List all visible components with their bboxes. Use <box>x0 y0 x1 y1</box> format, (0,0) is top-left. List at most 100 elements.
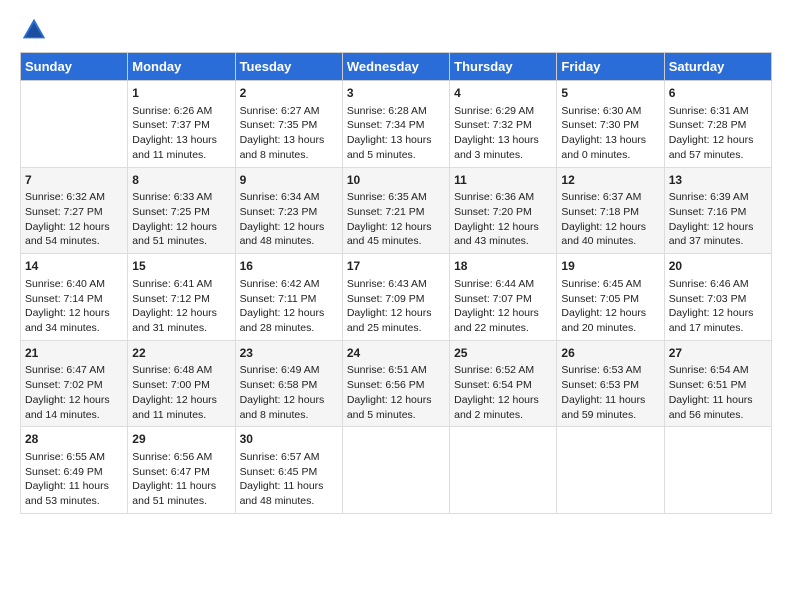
column-header-wednesday: Wednesday <box>342 53 449 81</box>
column-header-tuesday: Tuesday <box>235 53 342 81</box>
calendar-cell: 13Sunrise: 6:39 AM Sunset: 7:16 PM Dayli… <box>664 167 771 254</box>
page-header <box>20 16 772 44</box>
day-number: 24 <box>347 345 445 362</box>
day-number: 26 <box>561 345 659 362</box>
day-info: Sunrise: 6:35 AM Sunset: 7:21 PM Dayligh… <box>347 190 445 249</box>
column-header-sunday: Sunday <box>21 53 128 81</box>
calendar-cell: 1 Sunrise: 6:26 AM Sunset: 7:37 PM Daylig… <box>128 81 235 168</box>
day-number: 16 <box>240 258 338 275</box>
day-number: 6 <box>669 85 767 102</box>
day-number: 8 <box>132 172 230 189</box>
calendar-cell: 24Sunrise: 6:51 AM Sunset: 6:56 PM Dayli… <box>342 340 449 427</box>
calendar-cell: 16 Sunrise: 6:42 AM Sunset: 7:11 PM Dayli… <box>235 254 342 341</box>
calendar-week-2: 7Sunrise: 6:32 AM Sunset: 7:27 PM Daylig… <box>21 167 772 254</box>
calendar-cell: 28Sunrise: 6:55 AM Sunset: 6:49 PM Dayli… <box>21 427 128 514</box>
calendar-cell: 26Sunrise: 6:53 AM Sunset: 6:53 PM Dayli… <box>557 340 664 427</box>
calendar-table: SundayMondayTuesdayWednesdayThursdayFrid… <box>20 52 772 514</box>
day-info: Sunrise: 6:36 AM Sunset: 7:20 PM Dayligh… <box>454 190 552 249</box>
calendar-cell: 11Sunrise: 6:36 AM Sunset: 7:20 PM Dayli… <box>450 167 557 254</box>
day-number: 21 <box>25 345 123 362</box>
calendar-cell: 5 Sunrise: 6:30 AM Sunset: 7:30 PM Daylig… <box>557 81 664 168</box>
calendar-cell: 6 Sunrise: 6:31 AM Sunset: 7:28 PM Daylig… <box>664 81 771 168</box>
day-info: Sunrise: 6:31 AM Sunset: 7:28 PM Dayligh… <box>669 104 767 163</box>
calendar-cell: 7Sunrise: 6:32 AM Sunset: 7:27 PM Daylig… <box>21 167 128 254</box>
calendar-week-3: 14 Sunrise: 6:40 AM Sunset: 7:14 PM Dayli… <box>21 254 772 341</box>
calendar-cell: 25Sunrise: 6:52 AM Sunset: 6:54 PM Dayli… <box>450 340 557 427</box>
day-number: 27 <box>669 345 767 362</box>
day-number: 2 <box>240 85 338 102</box>
day-info: Sunrise: 6:54 AM Sunset: 6:51 PM Dayligh… <box>669 363 767 422</box>
day-info: Sunrise: 6:47 AM Sunset: 7:02 PM Dayligh… <box>25 363 123 422</box>
day-info: Sunrise: 6:46 AM Sunset: 7:03 PM Dayligh… <box>669 277 767 336</box>
day-info: Sunrise: 6:30 AM Sunset: 7:30 PM Dayligh… <box>561 104 659 163</box>
calendar-cell: 23Sunrise: 6:49 AM Sunset: 6:58 PM Dayli… <box>235 340 342 427</box>
calendar-cell: 27Sunrise: 6:54 AM Sunset: 6:51 PM Dayli… <box>664 340 771 427</box>
calendar-week-5: 28Sunrise: 6:55 AM Sunset: 6:49 PM Dayli… <box>21 427 772 514</box>
calendar-cell: 9Sunrise: 6:34 AM Sunset: 7:23 PM Daylig… <box>235 167 342 254</box>
day-info: Sunrise: 6:33 AM Sunset: 7:25 PM Dayligh… <box>132 190 230 249</box>
calendar-cell: 19 Sunrise: 6:45 AM Sunset: 7:05 PM Dayli… <box>557 254 664 341</box>
day-number: 15 <box>132 258 230 275</box>
calendar-cell <box>557 427 664 514</box>
column-header-saturday: Saturday <box>664 53 771 81</box>
calendar-cell: 17 Sunrise: 6:43 AM Sunset: 7:09 PM Dayli… <box>342 254 449 341</box>
calendar-cell <box>342 427 449 514</box>
calendar-cell <box>450 427 557 514</box>
day-info: Sunrise: 6:32 AM Sunset: 7:27 PM Dayligh… <box>25 190 123 249</box>
calendar-cell: 30Sunrise: 6:57 AM Sunset: 6:45 PM Dayli… <box>235 427 342 514</box>
calendar-cell: 12Sunrise: 6:37 AM Sunset: 7:18 PM Dayli… <box>557 167 664 254</box>
day-number: 19 <box>561 258 659 275</box>
day-number: 14 <box>25 258 123 275</box>
day-info: Sunrise: 6:49 AM Sunset: 6:58 PM Dayligh… <box>240 363 338 422</box>
day-number: 5 <box>561 85 659 102</box>
day-info: Sunrise: 6:40 AM Sunset: 7:14 PM Dayligh… <box>25 277 123 336</box>
calendar-cell <box>21 81 128 168</box>
day-number: 17 <box>347 258 445 275</box>
calendar-cell: 29 Sunrise: 6:56 AM Sunset: 6:47 PM Dayli… <box>128 427 235 514</box>
day-number: 7 <box>25 172 123 189</box>
day-info: Sunrise: 6:51 AM Sunset: 6:56 PM Dayligh… <box>347 363 445 422</box>
day-number: 20 <box>669 258 767 275</box>
logo <box>20 16 50 44</box>
day-info: Sunrise: 6:29 AM Sunset: 7:32 PM Dayligh… <box>454 104 552 163</box>
day-info: Sunrise: 6:53 AM Sunset: 6:53 PM Dayligh… <box>561 363 659 422</box>
day-number: 10 <box>347 172 445 189</box>
calendar-cell: 8Sunrise: 6:33 AM Sunset: 7:25 PM Daylig… <box>128 167 235 254</box>
day-info: Sunrise: 6:44 AM Sunset: 7:07 PM Dayligh… <box>454 277 552 336</box>
day-number: 12 <box>561 172 659 189</box>
calendar-cell: 2Sunrise: 6:27 AM Sunset: 7:35 PM Daylig… <box>235 81 342 168</box>
day-number: 11 <box>454 172 552 189</box>
calendar-cell: 22Sunrise: 6:48 AM Sunset: 7:00 PM Dayli… <box>128 340 235 427</box>
calendar-cell: 4 Sunrise: 6:29 AM Sunset: 7:32 PM Daylig… <box>450 81 557 168</box>
day-info: Sunrise: 6:45 AM Sunset: 7:05 PM Dayligh… <box>561 277 659 336</box>
calendar-header-row: SundayMondayTuesdayWednesdayThursdayFrid… <box>21 53 772 81</box>
day-number: 23 <box>240 345 338 362</box>
day-number: 25 <box>454 345 552 362</box>
day-info: Sunrise: 6:41 AM Sunset: 7:12 PM Dayligh… <box>132 277 230 336</box>
day-info: Sunrise: 6:42 AM Sunset: 7:11 PM Dayligh… <box>240 277 338 336</box>
calendar-week-1: 1 Sunrise: 6:26 AM Sunset: 7:37 PM Daylig… <box>21 81 772 168</box>
column-header-friday: Friday <box>557 53 664 81</box>
calendar-cell: 21Sunrise: 6:47 AM Sunset: 7:02 PM Dayli… <box>21 340 128 427</box>
day-info: Sunrise: 6:26 AM Sunset: 7:37 PM Dayligh… <box>132 104 230 163</box>
day-number: 1 <box>132 85 230 102</box>
day-info: Sunrise: 6:28 AM Sunset: 7:34 PM Dayligh… <box>347 104 445 163</box>
calendar-cell: 18 Sunrise: 6:44 AM Sunset: 7:07 PM Dayli… <box>450 254 557 341</box>
day-info: Sunrise: 6:52 AM Sunset: 6:54 PM Dayligh… <box>454 363 552 422</box>
calendar-cell: 14 Sunrise: 6:40 AM Sunset: 7:14 PM Dayli… <box>21 254 128 341</box>
day-info: Sunrise: 6:56 AM Sunset: 6:47 PM Dayligh… <box>132 450 230 509</box>
column-header-thursday: Thursday <box>450 53 557 81</box>
calendar-week-4: 21Sunrise: 6:47 AM Sunset: 7:02 PM Dayli… <box>21 340 772 427</box>
day-number: 30 <box>240 431 338 448</box>
day-info: Sunrise: 6:43 AM Sunset: 7:09 PM Dayligh… <box>347 277 445 336</box>
calendar-cell: 15 Sunrise: 6:41 AM Sunset: 7:12 PM Dayli… <box>128 254 235 341</box>
day-info: Sunrise: 6:34 AM Sunset: 7:23 PM Dayligh… <box>240 190 338 249</box>
day-number: 29 <box>132 431 230 448</box>
calendar-cell: 10Sunrise: 6:35 AM Sunset: 7:21 PM Dayli… <box>342 167 449 254</box>
day-number: 4 <box>454 85 552 102</box>
column-header-monday: Monday <box>128 53 235 81</box>
day-number: 3 <box>347 85 445 102</box>
day-number: 28 <box>25 431 123 448</box>
day-number: 18 <box>454 258 552 275</box>
generalblue-logo-icon <box>20 16 48 44</box>
